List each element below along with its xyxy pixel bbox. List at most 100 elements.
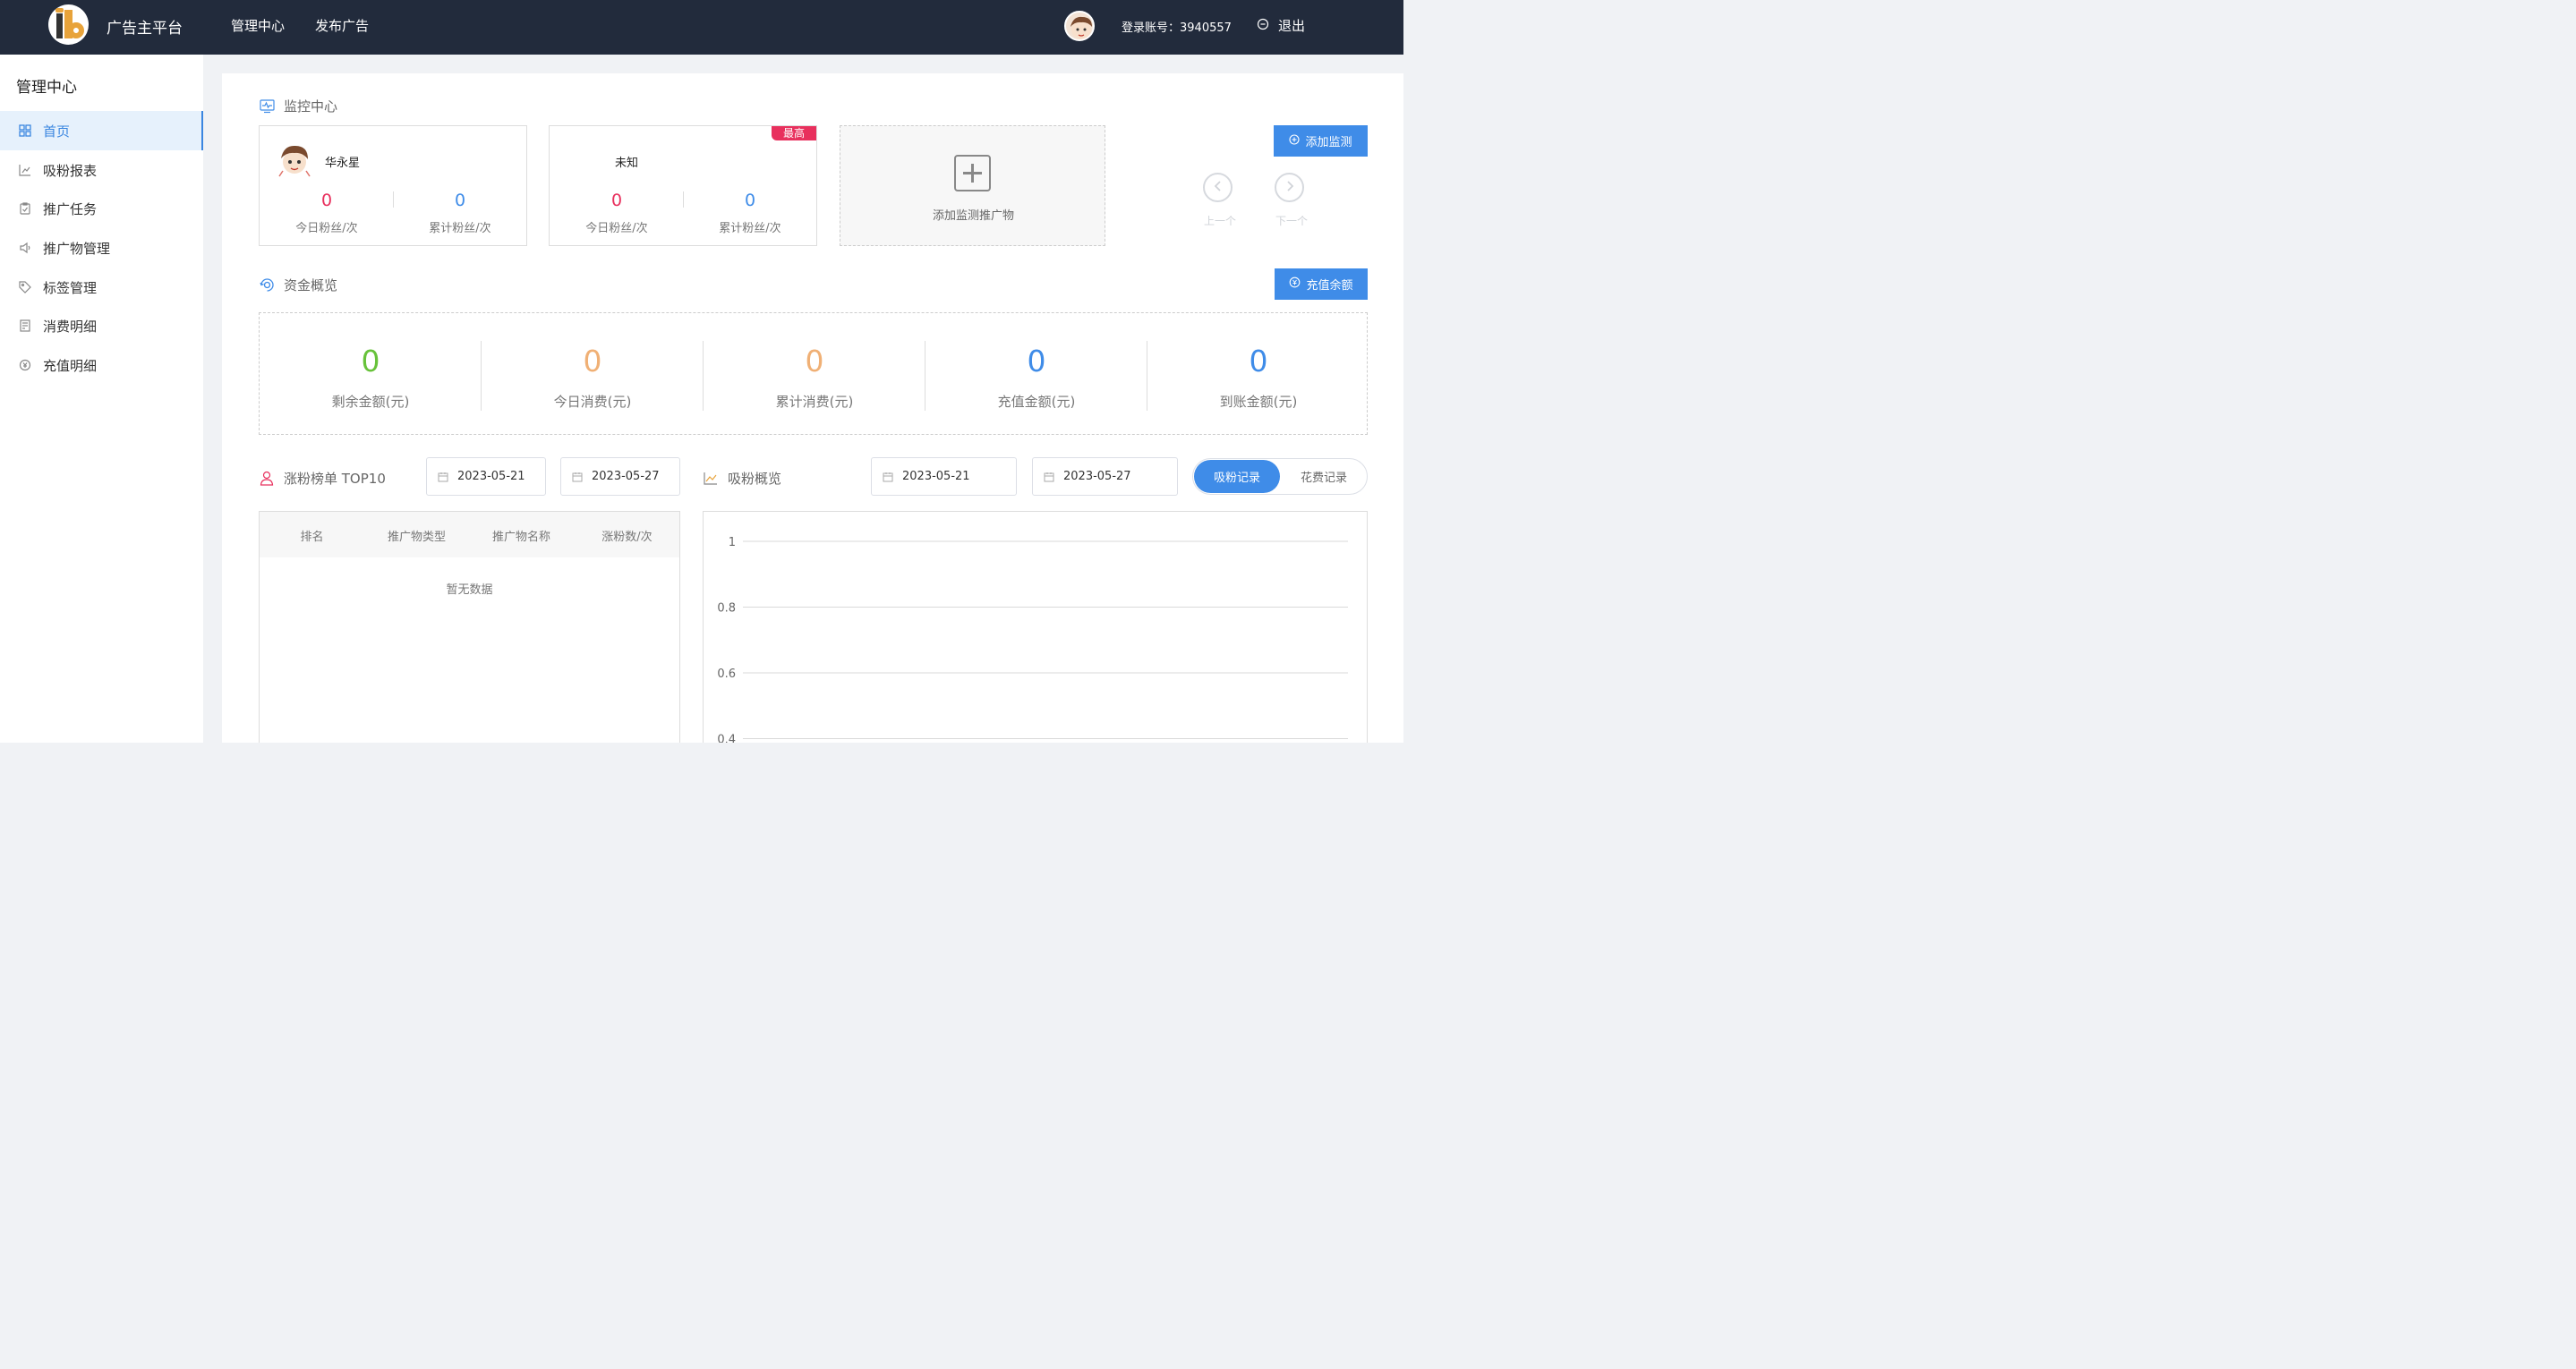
monitor-section-title: 监控中心	[259, 97, 337, 115]
line-chart-icon	[703, 471, 719, 487]
calendar-icon	[1044, 472, 1054, 482]
sidebar-item-tags[interactable]: 标签管理	[0, 268, 203, 307]
calendar-icon	[438, 472, 448, 482]
monitor-card-name: 未知	[615, 157, 639, 170]
column-header: 排名	[300, 531, 324, 544]
fund-value: 0	[1249, 344, 1268, 378]
plus-circle-icon	[1289, 133, 1301, 149]
column-header: 推广物类型	[387, 531, 446, 544]
table-header: 排名 推广物类型 推广物名称 涨粉数/次	[260, 512, 679, 557]
brand-name: 广告主平台	[107, 20, 183, 38]
speaker-icon	[18, 241, 32, 255]
fund-label: 剩余金额(元)	[331, 394, 410, 410]
monitor-total-fans: 0	[454, 191, 466, 210]
next-label: 下一个	[1275, 215, 1309, 227]
grid-icon	[18, 123, 32, 138]
chart-canvas: 1 0.8 0.6 0.4	[717, 536, 1348, 744]
monitor-card[interactable]: 华永星 0 0 今日粉丝/次 累计粉丝/次	[259, 125, 527, 246]
sidebar-item-promo-items[interactable]: 推广物管理	[0, 228, 203, 268]
ranking-start-date[interactable]: 2023-05-21	[426, 457, 546, 496]
tab-fans-record[interactable]: 吸粉记录	[1194, 460, 1280, 493]
column-header: 涨粉数/次	[601, 531, 653, 544]
y-tick-label: 0.4	[717, 734, 736, 744]
overview-section-title: 吸粉概览	[703, 469, 781, 488]
sidebar-item-home[interactable]: 首页	[0, 111, 203, 150]
monitor-card-avatar	[276, 140, 313, 178]
overview-end-date[interactable]: 2023-05-27	[1032, 457, 1178, 496]
calendar-icon	[572, 472, 583, 482]
tab-spend-record[interactable]: 花费记录	[1281, 460, 1367, 493]
sidebar-item-label: 首页	[43, 123, 71, 140]
fund-total-spend: 0 累计消费(元)	[704, 313, 925, 436]
ranking-end-date[interactable]: 2023-05-27	[560, 457, 680, 496]
top-header: 广告主平台 管理中心 发布广告 登录账号：3940557 退出	[0, 0, 1403, 55]
monitor-today-fans: 0	[320, 191, 333, 210]
logout-icon	[1257, 18, 1269, 34]
y-tick-label: 0.6	[717, 667, 736, 681]
fund-value: 0	[361, 344, 380, 378]
fund-label: 今日消费(元)	[553, 394, 632, 410]
fund-value: 0	[805, 344, 824, 378]
recharge-button[interactable]: 充值余额	[1275, 268, 1368, 300]
receipt-icon	[18, 319, 32, 333]
monitor-total-fans: 0	[744, 191, 756, 210]
monitor-today-label: 今日粉丝/次	[295, 222, 358, 235]
chevron-right-icon	[1284, 179, 1295, 196]
monitor-card-name: 华永星	[325, 157, 361, 170]
funds-icon	[259, 277, 275, 293]
calendar-icon	[883, 472, 893, 482]
plus-icon	[954, 155, 991, 191]
main-panel: 监控中心 华永星 0 0 今日粉丝/次 累计粉丝/次 最高 未知 0 0 今日粉…	[222, 73, 1403, 743]
sidebar-item-promo-tasks[interactable]: 推广任务	[0, 189, 203, 228]
sidebar-item-label: 标签管理	[43, 279, 98, 296]
monitor-total-label: 累计粉丝/次	[719, 222, 781, 235]
logout-label: 退出	[1278, 18, 1306, 34]
next-button[interactable]	[1275, 173, 1304, 202]
fund-recharge-amount: 0 充值金额(元)	[925, 313, 1147, 436]
sidebar-item-fans-report[interactable]: 吸粉报表	[0, 150, 203, 190]
brand-logo[interactable]	[48, 4, 89, 45]
sidebar-item-recharge[interactable]: 充值明细	[0, 345, 203, 385]
fund-value: 0	[1027, 344, 1046, 378]
nav-publish-ad[interactable]: 发布广告	[315, 16, 369, 35]
empty-state: 暂无数据	[446, 583, 493, 597]
add-monitor-label: 添加监测推广物	[932, 209, 1014, 223]
nav-management-center[interactable]: 管理中心	[231, 16, 285, 35]
overview-start-date[interactable]: 2023-05-21	[871, 457, 1017, 496]
add-monitor-button[interactable]: 添加监测	[1274, 125, 1368, 157]
user-icon	[259, 471, 275, 487]
fund-value: 0	[583, 344, 602, 378]
fans-chart: 1 0.8 0.6 0.4	[703, 511, 1368, 743]
sidebar-item-label: 充值明细	[43, 357, 98, 374]
bar-chart-icon	[18, 163, 32, 177]
clipboard-icon	[18, 201, 32, 216]
monitor-card[interactable]: 最高 未知 0 0 今日粉丝/次 累计粉丝/次	[549, 125, 817, 246]
fund-received-amount: 0 到账金额(元)	[1147, 313, 1369, 436]
prev-label: 上一个	[1204, 215, 1237, 227]
y-tick-label: 1	[729, 536, 736, 549]
coin-icon	[1289, 276, 1301, 292]
prev-button[interactable]	[1203, 173, 1233, 202]
fund-label: 累计消费(元)	[775, 394, 854, 410]
monitor-total-label: 累计粉丝/次	[429, 222, 491, 235]
y-tick-label: 0.8	[717, 602, 736, 616]
coin-icon	[18, 358, 32, 372]
ranking-section-title: 涨粉榜单 TOP10	[259, 469, 386, 488]
chevron-left-icon	[1213, 179, 1224, 196]
funds-section-title: 资金概览	[259, 276, 337, 294]
ranking-table: 排名 推广物类型 推广物名称 涨粉数/次 暂无数据	[259, 511, 680, 743]
funds-overview: 0 剩余金额(元) 0 今日消费(元) 0 累计消费(元) 0 充值金额(元) …	[259, 312, 1368, 435]
record-type-toggle: 吸粉记录 花费记录	[1192, 458, 1368, 495]
account-id: 登录账号：3940557	[1122, 21, 1232, 35]
monitor-today-fans: 0	[610, 191, 623, 210]
add-monitor-card[interactable]: 添加监测推广物	[840, 125, 1105, 246]
logout-button[interactable]: 退出	[1257, 16, 1305, 35]
top-badge: 最高	[772, 126, 816, 140]
sidebar-item-label: 推广任务	[43, 200, 98, 217]
monitor-icon	[259, 98, 275, 115]
column-header: 推广物名称	[491, 531, 550, 544]
user-avatar[interactable]	[1064, 11, 1095, 41]
tag-icon	[18, 280, 32, 294]
sidebar-item-spending[interactable]: 消费明细	[0, 306, 203, 345]
fund-label: 到账金额(元)	[1219, 394, 1298, 410]
